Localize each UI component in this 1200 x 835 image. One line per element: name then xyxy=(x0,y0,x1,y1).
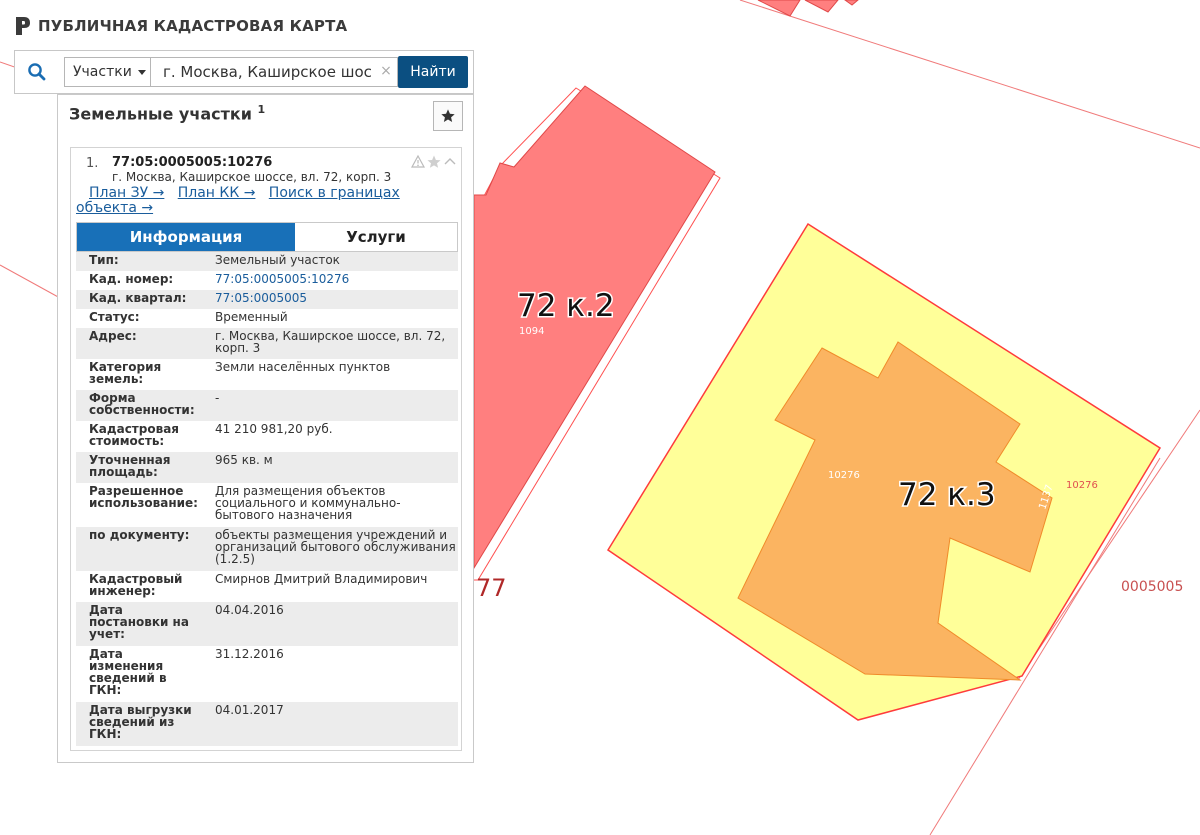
info-label: Дата изменения сведений в ГКН: xyxy=(89,647,167,697)
info-value: - xyxy=(215,391,220,405)
tab-bar: Информация Услуги xyxy=(76,222,458,252)
info-label: Уточненная площадь: xyxy=(89,453,171,479)
info-label: Категория земель: xyxy=(89,360,162,386)
search-input[interactable] xyxy=(150,57,398,87)
favorites-button[interactable] xyxy=(433,101,463,131)
info-label: Разрешенное использование: xyxy=(89,484,198,510)
result-number: 1. xyxy=(86,156,99,171)
info-row: Кадастровый инженер: Смирнов Дмитрий Вла… xyxy=(76,571,458,602)
info-row: Кад. номер: 77:05:0005005:10276 xyxy=(76,271,458,290)
result-links: План ЗУ → План КК → Поиск в границах объ… xyxy=(76,186,426,216)
info-value: Земельный участок xyxy=(215,253,340,267)
info-row: Кадастровая стоимость: 41 210 981,20 руб… xyxy=(76,421,458,452)
info-label: Форма собственности: xyxy=(89,391,195,417)
cad-number-link[interactable]: 77:05:0005005:10276 xyxy=(201,271,458,290)
info-label: Кад. квартал: xyxy=(89,291,187,305)
info-row: Форма собственности: - xyxy=(76,390,458,421)
info-label: Дата постановки на учет: xyxy=(89,603,189,641)
chevron-down-icon xyxy=(137,69,146,75)
object-type-value: Участки xyxy=(73,64,132,80)
info-row: Дата изменения сведений в ГКН: 31.12.201… xyxy=(76,646,458,702)
plan-zu-link[interactable]: План ЗУ → xyxy=(89,185,164,201)
object-type-select[interactable]: Участки xyxy=(64,57,150,87)
star-icon[interactable] xyxy=(427,155,441,168)
info-label: Кадастровая стоимость: xyxy=(89,422,179,448)
result-count: 1 xyxy=(257,103,266,116)
info-row: Адрес: г. Москва, Каширское шоссе, вл. 7… xyxy=(76,328,458,359)
info-label: Кадастровый инженер: xyxy=(89,572,183,598)
info-row: Дата выгрузки сведений из ГКН: 04.01.201… xyxy=(76,702,458,746)
logo-icon xyxy=(16,17,30,35)
warning-icon[interactable] xyxy=(410,154,426,168)
app-title: ПУБЛИЧНАЯ КАДАСТРОВАЯ КАРТА xyxy=(38,17,348,35)
plan-kk-link[interactable]: План КК → xyxy=(178,185,256,201)
info-row: по документу: объекты размещения учрежде… xyxy=(76,527,458,571)
info-row: Кад. квартал: 77:05:0005005 xyxy=(76,290,458,309)
building-72-k2-label: 72 к.2 xyxy=(517,288,615,324)
panel-title: Земельные участки 1 xyxy=(69,103,265,123)
info-value: 965 кв. м xyxy=(215,453,273,467)
panel-title-text: Земельные участки xyxy=(69,104,252,124)
result-cad-number[interactable]: 77:05:0005005:10276 xyxy=(112,155,272,170)
cad-quarter-link[interactable]: 77:05:0005005 xyxy=(201,290,458,309)
info-value: объекты размещения учреждений и организа… xyxy=(215,528,456,566)
tab-services[interactable]: Услуги xyxy=(295,223,457,251)
info-value: г. Москва, Каширское шоссе, вл. 72, корп… xyxy=(215,329,446,355)
info-row: Дата постановки на учет: 04.04.2016 xyxy=(76,602,458,646)
info-label: Тип: xyxy=(89,253,119,267)
building-72-k2-number: 1094 xyxy=(519,326,544,337)
parcel-number-right: 10276 xyxy=(1066,480,1098,491)
info-row: Разрешенное использование: Для размещени… xyxy=(76,483,458,527)
collapse-icon[interactable] xyxy=(444,158,456,165)
star-icon xyxy=(441,109,455,122)
info-value: 41 210 981,20 руб. xyxy=(215,422,333,436)
card-actions xyxy=(410,154,456,168)
results-panel: Земельные участки 1 1. 77:05:0005005:102… xyxy=(57,94,474,763)
info-value: Смирнов Дмитрий Владимирович xyxy=(215,572,428,586)
info-label: Дата выгрузки сведений из ГКН: xyxy=(89,703,192,741)
tab-information[interactable]: Информация xyxy=(77,223,295,251)
app-header: ПУБЛИЧНАЯ КАДАСТРОВАЯ КАРТА xyxy=(14,12,347,40)
info-label: Статус: xyxy=(89,310,140,324)
info-row: Статус: Временный xyxy=(76,309,458,328)
info-value: Земли населённых пунктов xyxy=(215,360,391,374)
info-value: 04.04.2016 xyxy=(215,603,284,617)
info-row: Категория земель: Земли населённых пункт… xyxy=(76,359,458,390)
info-value: Для размещения объектов социального и ко… xyxy=(215,484,401,522)
info-value: 04.01.2017 xyxy=(215,703,284,717)
clear-icon[interactable]: × xyxy=(378,62,394,80)
search-bar: Участки × Найти xyxy=(14,50,474,94)
find-button[interactable]: Найти xyxy=(398,56,468,88)
info-row: Тип: Земельный участок xyxy=(76,252,458,271)
building-72-k3-label: 72 к.3 xyxy=(898,477,996,513)
parcel-number-left: 10276 xyxy=(828,470,860,481)
quarter-label: 0005005 xyxy=(1121,579,1183,595)
search-button[interactable] xyxy=(15,51,59,93)
info-table: Тип: Земельный участок Кад. номер: 77:05… xyxy=(76,252,458,746)
info-label: по документу: xyxy=(89,528,190,542)
result-address: г. Москва, Каширское шоссе, вл. 72, корп… xyxy=(112,170,392,184)
info-value: 31.12.2016 xyxy=(215,647,284,661)
info-label: Адрес: xyxy=(89,329,137,343)
result-card[interactable]: 1. 77:05:0005005:10276 г. Москва, Каширс… xyxy=(70,147,462,751)
info-row: Уточненная площадь: 965 кв. м xyxy=(76,452,458,483)
info-value: Временный xyxy=(215,310,288,324)
info-label: Кад. номер: xyxy=(89,272,174,286)
district-label: 77 xyxy=(476,574,507,602)
search-icon xyxy=(28,63,46,81)
